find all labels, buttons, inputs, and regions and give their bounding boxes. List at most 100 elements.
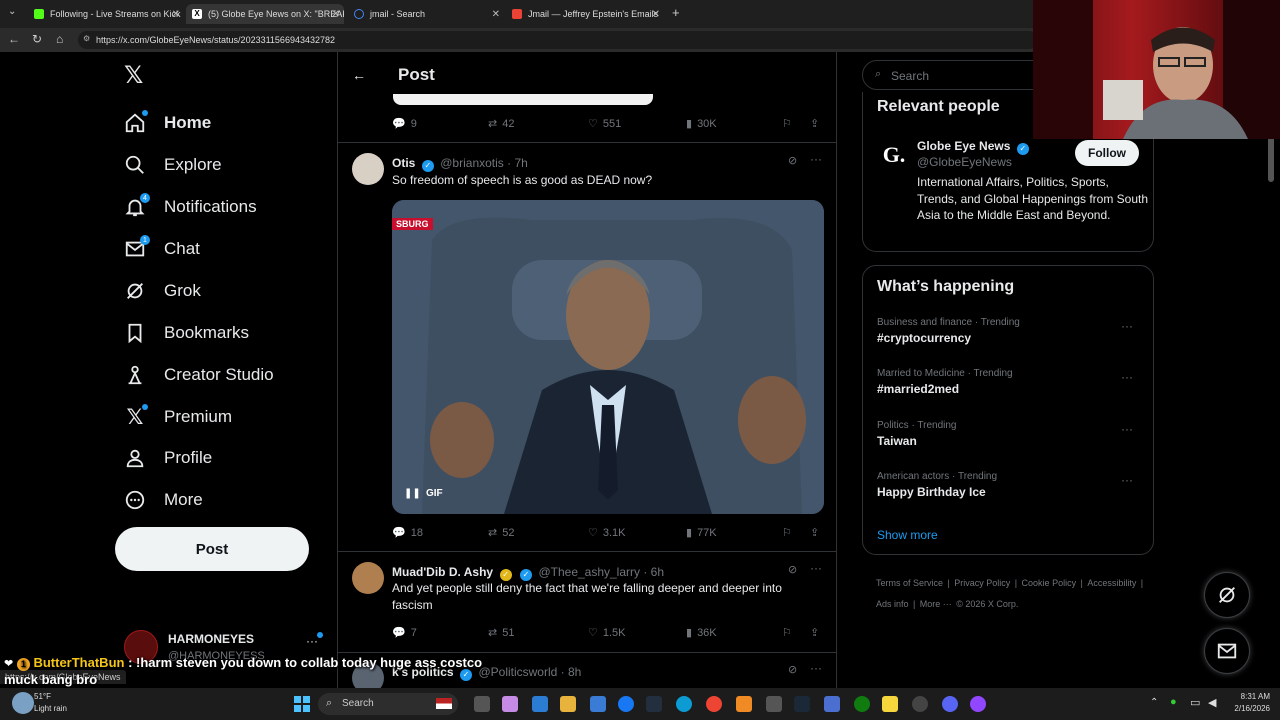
footer-accessibility-link[interactable]: Accessibility <box>1087 578 1136 588</box>
app-icon[interactable] <box>912 696 928 712</box>
back-icon[interactable]: ← <box>8 32 20 46</box>
tweet-handle[interactable]: @Thee_ashy_larry · 6h <box>538 565 664 579</box>
tab-list-icon[interactable]: ⌄ <box>8 6 16 17</box>
sidebar-item-chat[interactable]: 1 Chat <box>124 229 200 269</box>
sidebar-item-home[interactable]: Home <box>124 103 211 143</box>
taskbar-search[interactable]: ⌕ Search <box>318 693 458 715</box>
post-button[interactable]: Post <box>115 527 309 571</box>
task-view-icon[interactable] <box>474 696 490 712</box>
volume-icon[interactable]: ◀ <box>1208 696 1216 709</box>
like-action[interactable]: ♡ 1.5K <box>588 626 626 640</box>
reload-icon[interactable]: ↻ <box>32 32 42 46</box>
edge-icon[interactable] <box>676 696 692 712</box>
person-name[interactable]: Globe Eye News <box>917 139 1010 153</box>
bookmark-icon[interactable]: ⚐ <box>782 526 792 539</box>
share-icon[interactable]: ⇪ <box>810 117 819 130</box>
new-tab-icon[interactable]: + <box>672 5 680 20</box>
steam-icon[interactable] <box>794 696 810 712</box>
repost-action[interactable]: ⇄ 42 <box>488 117 514 131</box>
more-dots-icon[interactable]: ··· <box>306 634 318 648</box>
repost-action[interactable]: ⇄ 52 <box>488 526 514 540</box>
more-dots-icon[interactable]: ··· <box>1121 319 1133 333</box>
close-icon[interactable]: ✕ <box>172 9 180 20</box>
app-icon[interactable] <box>970 696 986 712</box>
tweet-author-name[interactable]: Muad'Dib D. Ashy <box>392 565 493 579</box>
app-icon[interactable] <box>736 696 752 712</box>
close-icon[interactable]: ✕ <box>652 9 660 20</box>
footer-cookie-link[interactable]: Cookie Policy <box>1022 578 1077 588</box>
avatar[interactable] <box>352 562 384 594</box>
footer-more-link[interactable]: More ··· <box>920 599 952 609</box>
weather-icon[interactable] <box>12 692 34 714</box>
amazon-icon[interactable] <box>646 696 662 712</box>
app-icon[interactable] <box>532 696 548 712</box>
tab-globe-eye[interactable]: X (5) Globe Eye News on X: "BREAKI ✕ <box>186 4 344 24</box>
like-action[interactable]: ♡ 3.1K <box>588 526 626 540</box>
pause-icon[interactable]: ❚❚ <box>404 488 421 499</box>
share-icon[interactable]: ⇪ <box>810 626 819 639</box>
avatar[interactable] <box>352 153 384 185</box>
person-handle[interactable]: @GlobeEyeNews <box>917 155 1012 169</box>
sidebar-item-grok[interactable]: Grok <box>124 271 201 311</box>
more-dots-icon[interactable]: ··· <box>810 661 822 675</box>
footer-terms-link[interactable]: Terms of Service <box>876 578 943 588</box>
reply-action[interactable]: 💬 7 <box>392 626 417 640</box>
facebook-icon[interactable] <box>618 696 634 712</box>
like-action[interactable]: ♡ 551 <box>588 117 621 131</box>
trend-item[interactable]: Politics · Trending Taiwan ··· <box>877 420 1147 448</box>
grok-float-button[interactable] <box>1204 572 1250 618</box>
footer-ads-link[interactable]: Ads info <box>876 599 909 609</box>
more-dots-icon[interactable]: ··· <box>810 152 822 166</box>
trend-item[interactable]: Married to Medicine · Trending #married2… <box>877 368 1147 396</box>
tab-kick[interactable]: Following - Live Streams on Kick ✕ <box>28 4 184 24</box>
share-icon[interactable]: ⇪ <box>810 526 819 539</box>
trend-item[interactable]: Business and finance · Trending #cryptoc… <box>877 317 1147 345</box>
close-icon[interactable]: ✕ <box>492 9 500 20</box>
back-arrow-icon[interactable]: ← <box>352 67 366 83</box>
follow-button[interactable]: Follow <box>1075 140 1139 166</box>
tweet-media-gif[interactable]: SBURG ❚❚ GIF <box>392 200 824 514</box>
reply-action[interactable]: 💬 9 <box>392 117 417 131</box>
sidebar-item-profile[interactable]: Profile <box>124 438 212 478</box>
more-dots-icon[interactable]: ··· <box>1121 473 1133 487</box>
chevron-up-icon[interactable]: ⌃ <box>1150 697 1158 708</box>
reply-action[interactable]: 💬 18 <box>392 526 423 540</box>
show-more-link[interactable]: Show more <box>877 528 938 542</box>
url-field[interactable]: ⚙ https://x.com/GlobeEyeNews/status/2023… <box>78 31 1038 49</box>
sidebar-item-creator-studio[interactable]: Creator Studio <box>124 355 274 395</box>
discord-icon[interactable] <box>942 696 958 712</box>
more-dots-icon[interactable]: ··· <box>1121 422 1133 436</box>
sidebar-item-notifications[interactable]: 4 Notifications <box>124 187 257 227</box>
close-icon[interactable]: ✕ <box>332 9 340 20</box>
app-icon[interactable] <box>824 696 840 712</box>
more-dots-icon[interactable]: ··· <box>810 561 822 575</box>
chrome-icon[interactable] <box>706 696 722 712</box>
bookmark-icon[interactable]: ⚐ <box>782 117 792 130</box>
sidebar-item-premium[interactable]: 𝕏 Premium <box>124 397 232 437</box>
views-action[interactable]: ▮ 77K <box>686 526 717 540</box>
more-dots-icon[interactable]: ··· <box>1121 370 1133 384</box>
network-icon[interactable]: ▭ <box>1190 696 1200 709</box>
bookmark-icon[interactable]: ⚐ <box>782 626 792 639</box>
footer-privacy-link[interactable]: Privacy Policy <box>954 578 1010 588</box>
clock-date[interactable]: 2/16/2026 <box>1228 704 1270 713</box>
site-info-icon[interactable]: ⚙ <box>83 34 90 43</box>
clock-time[interactable]: 8:31 AM <box>1228 692 1270 701</box>
grok-icon[interactable]: ⊘ <box>788 154 797 167</box>
windows-start-icon[interactable] <box>294 696 310 712</box>
avatar[interactable]: G. <box>877 138 911 172</box>
xbox-icon[interactable] <box>854 696 870 712</box>
views-action[interactable]: ▮ 36K <box>686 626 717 640</box>
copilot-icon[interactable] <box>502 696 518 712</box>
store-icon[interactable] <box>590 696 606 712</box>
tweet-author-name[interactable]: Otis <box>392 156 415 170</box>
microphone-icon[interactable]: ● <box>1170 696 1177 708</box>
file-explorer-icon[interactable] <box>560 696 576 712</box>
tab-jmail-search[interactable]: jmail - Search ✕ <box>348 4 504 24</box>
views-action[interactable]: ▮ 30K <box>686 117 717 131</box>
grok-icon[interactable]: ⊘ <box>788 663 797 676</box>
sticky-notes-icon[interactable] <box>882 696 898 712</box>
trend-item[interactable]: American actors · Trending Happy Birthda… <box>877 471 1147 499</box>
grok-icon[interactable]: ⊘ <box>788 563 797 576</box>
home-icon[interactable]: ⌂ <box>56 32 63 46</box>
